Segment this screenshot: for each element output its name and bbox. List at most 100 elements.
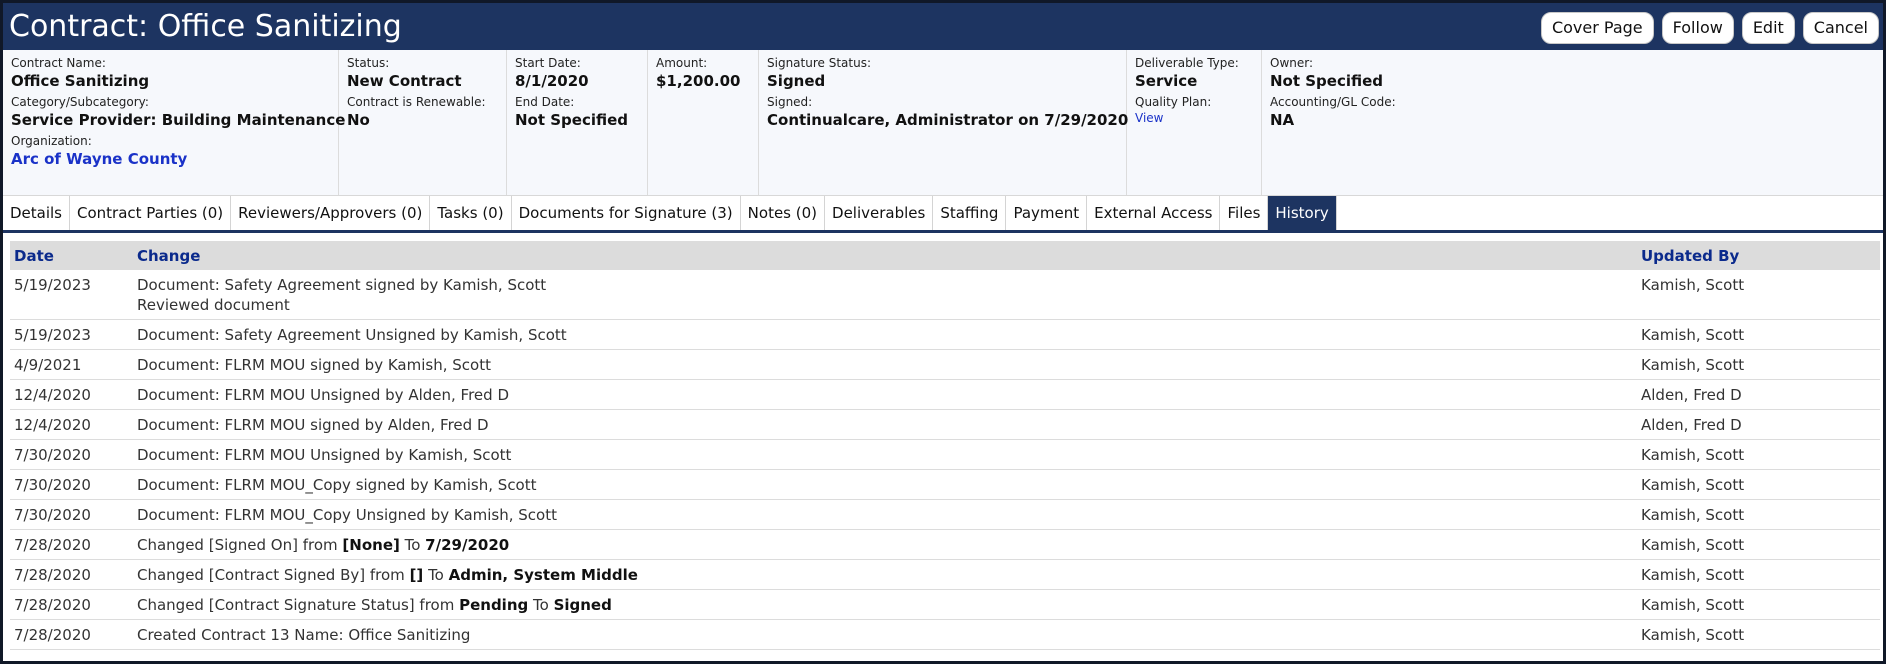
change-value-bold: Pending [459, 596, 529, 614]
history-change: Changed [Contract Signed By] from [] To … [133, 559, 1637, 590]
tab-deliverables[interactable]: Deliverables [825, 196, 934, 230]
change-text: Changed [Signed On] from [137, 536, 343, 554]
organization-link[interactable]: Arc of Wayne County [11, 149, 330, 169]
start-date-label: Start Date: [515, 56, 581, 70]
history-change: Document: FLRM MOU_Copy signed by Kamish… [133, 469, 1637, 500]
change-text: To [528, 596, 554, 614]
change-text: To [399, 536, 426, 554]
status-label: Status: [347, 56, 390, 70]
owner-value: Not Specified [1270, 72, 1384, 90]
change-text: Document: FLRM MOU signed by Kamish, Sco… [137, 356, 491, 374]
table-row: 7/30/2020 Document: FLRM MOU Unsigned by … [10, 439, 1880, 470]
summary-col-name: Contract Name: Office Sanitizing Categor… [3, 50, 346, 195]
contract-name-value: Office Sanitizing [11, 72, 150, 90]
history-change: Document: FLRM MOU signed by Alden, Fred… [133, 409, 1637, 440]
history-updated-by: Alden, Fred D [1637, 409, 1880, 440]
change-text: Document: FLRM MOU Unsigned by Alden, Fr… [137, 386, 509, 404]
summary-col-signature: Signature Status: Signed Signed: Continu… [759, 50, 1129, 195]
table-row: 7/28/2020 Changed [Signed On] from [None]… [10, 529, 1880, 560]
change-value-bold: [] [409, 566, 424, 584]
history-date: 7/28/2020 [10, 589, 133, 620]
change-text: Changed [Contract Signed By] from [137, 566, 410, 584]
change-value-bold: [None] [342, 536, 400, 554]
cancel-button[interactable]: Cancel [1802, 11, 1879, 44]
change-text: Document: FLRM MOU_Copy signed by Kamish… [137, 476, 537, 494]
history-change: Document: FLRM MOU_Copy Unsigned by Kami… [133, 499, 1637, 530]
column-header-updated-by[interactable]: Updated By [1637, 241, 1880, 270]
history-change: Document: FLRM MOU signed by Kamish, Sco… [133, 349, 1637, 380]
contract-summary: Contract Name: Office Sanitizing Categor… [3, 50, 1883, 196]
history-updated-by: Kamish, Scott [1637, 529, 1880, 560]
summary-col-status: Status: New Contract Contract is Renewab… [339, 50, 507, 195]
history-date: 7/28/2020 [10, 559, 133, 590]
signature-status-label: Signature Status: [767, 56, 871, 70]
change-text: To [423, 566, 449, 584]
change-text: Document: FLRM MOU signed by Alden, Fred… [137, 416, 489, 434]
history-updated-by: Alden, Fred D [1637, 379, 1880, 410]
summary-col-deliverable: Deliverable Type: Service Quality Plan: … [1127, 50, 1262, 195]
cover-page-button[interactable]: Cover Page [1540, 11, 1654, 44]
follow-button[interactable]: Follow [1661, 11, 1734, 44]
title-bar: Contract: Office Sanitizing Cover Page F… [3, 3, 1883, 50]
table-row: 7/28/2020 Created Contract 13 Name: Offic… [10, 619, 1880, 650]
change-note: Reviewed document [137, 296, 290, 314]
change-text: Document: FLRM MOU Unsigned by Kamish, S… [137, 446, 512, 464]
category-value: Service Provider: Building Maintenance [11, 111, 346, 129]
history-change: Document: Safety Agreement signed by Kam… [133, 270, 1637, 320]
table-row: 5/19/2023 Document: Safety Agreement Unsi… [10, 319, 1880, 350]
history-updated-by: Kamish, Scott [1637, 619, 1880, 650]
tab-details[interactable]: Details [3, 196, 71, 230]
history-date: 5/19/2023 [10, 319, 133, 350]
change-text: Changed [Contract Signature Status] from [137, 596, 460, 614]
owner-label: Owner: [1270, 56, 1314, 70]
tab-staffing[interactable]: Staffing [933, 196, 1007, 230]
tab-external-access[interactable]: External Access [1087, 196, 1221, 230]
history-updated-by: Kamish, Scott [1637, 499, 1880, 530]
summary-col-amount: Amount: $1,200.00 [648, 50, 759, 195]
history-change: Changed [Signed On] from [None] To 7/29/… [133, 529, 1637, 560]
tab-tasks-0[interactable]: Tasks (0) [430, 196, 512, 230]
history-updated-by: Kamish, Scott [1637, 559, 1880, 590]
change-text: Document: FLRM MOU_Copy Unsigned by Kami… [137, 506, 557, 524]
table-row: 7/30/2020 Document: FLRM MOU_Copy signed … [10, 469, 1880, 500]
table-row: 4/9/2021 Document: FLRM MOU signed by Kam… [10, 349, 1880, 380]
change-text: Document: Safety Agreement signed by Kam… [137, 276, 547, 294]
change-text: Created Contract 13 Name: Office Sanitiz… [137, 626, 471, 644]
tab-documents-for-signature-3[interactable]: Documents for Signature (3) [512, 196, 741, 230]
column-header-change[interactable]: Change [133, 241, 1637, 270]
change-value-bold: 7/29/2020 [425, 536, 510, 554]
history-date: 5/19/2023 [10, 270, 133, 320]
history-updated-by: Kamish, Scott [1637, 439, 1880, 470]
history-change: Document: Safety Agreement Unsigned by K… [133, 319, 1637, 350]
history-panel: Date Change Updated By 5/19/2023 Document… [3, 233, 1883, 650]
history-updated-by: Kamish, Scott [1637, 270, 1880, 320]
quality-plan-view-link[interactable]: View [1135, 110, 1253, 126]
renewable-value: No [347, 111, 370, 129]
tab-history[interactable]: History [1268, 196, 1337, 230]
signed-value: Continualcare, Administrator on 7/29/202… [767, 111, 1129, 129]
page-title: Contract: Office Sanitizing [9, 9, 402, 44]
tab-payment[interactable]: Payment [1006, 196, 1088, 230]
history-date: 12/4/2020 [10, 379, 133, 410]
history-date: 4/9/2021 [10, 349, 133, 380]
column-header-date[interactable]: Date [10, 241, 133, 270]
history-date: 7/28/2020 [10, 619, 133, 650]
tab-contract-parties-0[interactable]: Contract Parties (0) [70, 196, 232, 230]
amount-value: $1,200.00 [656, 72, 741, 90]
tab-files[interactable]: Files [1220, 196, 1269, 230]
history-updated-by: Kamish, Scott [1637, 349, 1880, 380]
gl-code-value: NA [1270, 111, 1295, 129]
tab-bar: Details Contract Parties (0) Reviewers/App… [3, 196, 1883, 233]
history-date: 12/4/2020 [10, 409, 133, 440]
signed-label: Signed: [767, 95, 813, 109]
tab-reviewers-approvers-0[interactable]: Reviewers/Approvers (0) [231, 196, 431, 230]
table-row: 7/28/2020 Changed [Contract Signature Sta… [10, 589, 1880, 620]
contract-page: Contract: Office Sanitizing Cover Page F… [0, 0, 1886, 664]
gl-code-label: Accounting/GL Code: [1270, 95, 1396, 109]
start-date-value: 8/1/2020 [515, 72, 589, 90]
history-updated-by: Kamish, Scott [1637, 469, 1880, 500]
edit-button[interactable]: Edit [1741, 11, 1795, 44]
tab-notes-0[interactable]: Notes (0) [741, 196, 826, 230]
deliverable-type-value: Service [1135, 72, 1198, 90]
history-change: Document: FLRM MOU Unsigned by Alden, Fr… [133, 379, 1637, 410]
